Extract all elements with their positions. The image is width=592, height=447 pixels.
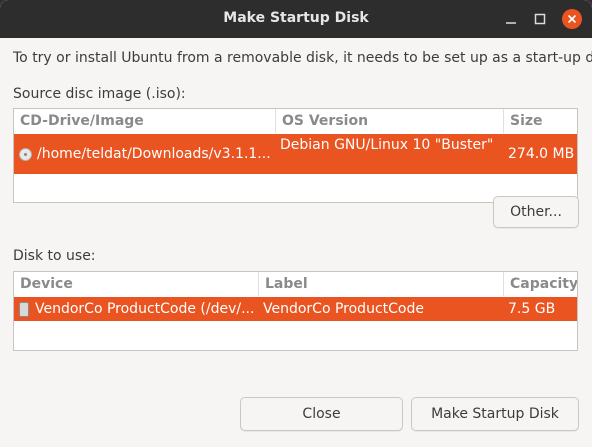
table-row[interactable]: /home/teldat/Downloads/v3.1.1.... Debian… bbox=[14, 134, 577, 174]
usb-drive-icon bbox=[19, 301, 29, 317]
table-row[interactable]: VendorCo ProductCode (/dev/... VendorCo … bbox=[14, 297, 577, 321]
close-window-button[interactable] bbox=[562, 9, 582, 29]
disk-label-value: VendorCo ProductCode bbox=[263, 301, 424, 317]
disk-table-header: Device Label Capacity bbox=[14, 272, 577, 296]
other-button[interactable]: Other... bbox=[493, 196, 579, 228]
source-label: Source disc image (.iso): bbox=[13, 86, 186, 102]
source-image-table[interactable]: CD-Drive/Image OS Version Size /home/tel… bbox=[13, 108, 578, 203]
os-version: Debian GNU/Linux 10 "Buster" ... bbox=[280, 137, 498, 153]
column-header-capacity[interactable]: Capacity bbox=[504, 272, 577, 296]
column-header-size[interactable]: Size bbox=[504, 109, 577, 133]
column-header-os-version[interactable]: OS Version bbox=[276, 109, 504, 133]
capacity-cell: 7.5 GB bbox=[508, 297, 576, 321]
minimize-icon bbox=[506, 22, 516, 24]
maximize-button[interactable] bbox=[529, 8, 551, 30]
disc-icon bbox=[19, 147, 32, 161]
close-button[interactable]: Close bbox=[240, 397, 403, 431]
device-cell: VendorCo ProductCode (/dev/... bbox=[19, 297, 257, 321]
image-size: 274.0 MB bbox=[508, 146, 575, 162]
os-version-cell: Debian GNU/Linux 10 "Buster" ... bbox=[280, 134, 498, 174]
image-path-cell: /home/teldat/Downloads/v3.1.1.... bbox=[19, 134, 271, 174]
label-cell: VendorCo ProductCode bbox=[263, 297, 501, 321]
make-startup-disk-button[interactable]: Make Startup Disk bbox=[411, 397, 579, 431]
dialog-content: To try or install Ubuntu from a removabl… bbox=[0, 38, 592, 447]
image-path: /home/teldat/Downloads/v3.1.1.... bbox=[37, 146, 271, 162]
make-startup-disk-window: Make Startup Disk To try or install Ubun… bbox=[0, 0, 592, 447]
disk-label: Disk to use: bbox=[13, 248, 96, 264]
size-cell: 274.0 MB bbox=[508, 134, 576, 174]
maximize-icon bbox=[534, 13, 546, 25]
column-header-device[interactable]: Device bbox=[14, 272, 259, 296]
title-bar[interactable]: Make Startup Disk bbox=[0, 0, 592, 38]
column-header-image[interactable]: CD-Drive/Image bbox=[14, 109, 276, 133]
disk-table[interactable]: Device Label Capacity VendorCo ProductCo… bbox=[13, 271, 578, 351]
close-icon bbox=[567, 14, 577, 24]
minimize-button[interactable] bbox=[500, 8, 522, 30]
column-header-label[interactable]: Label bbox=[259, 272, 504, 296]
device-name: VendorCo ProductCode (/dev/... bbox=[35, 301, 255, 317]
intro-text: To try or install Ubuntu from a removabl… bbox=[13, 50, 592, 66]
disk-capacity: 7.5 GB bbox=[508, 301, 556, 317]
source-table-header: CD-Drive/Image OS Version Size bbox=[14, 109, 577, 133]
